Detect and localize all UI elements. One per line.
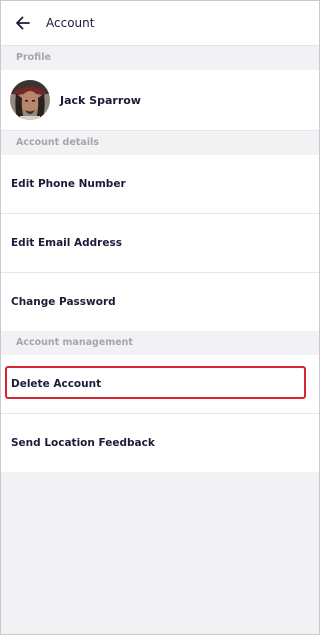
menu-item-label: Edit Email Address <box>11 237 122 249</box>
section-label-account-details: Account details <box>1 131 319 155</box>
edit-email-address-item[interactable]: Edit Email Address <box>1 214 319 273</box>
back-button[interactable] <box>1 1 45 45</box>
delete-account-item[interactable]: Delete Account <box>1 355 319 414</box>
edit-phone-number-item[interactable]: Edit Phone Number <box>1 155 319 214</box>
profile-name: Jack Sparrow <box>60 93 141 107</box>
avatar <box>10 80 50 120</box>
header-bar: Account <box>1 1 319 46</box>
account-screen: Account Profile Jack Sparrow Account det… <box>0 0 320 635</box>
menu-item-label: Send Location Feedback <box>11 437 155 449</box>
send-location-feedback-item[interactable]: Send Location Feedback <box>1 414 319 472</box>
change-password-item[interactable]: Change Password <box>1 273 319 331</box>
arrow-left-icon <box>16 16 30 30</box>
menu-item-label: Edit Phone Number <box>11 178 126 190</box>
section-label-account-management: Account management <box>1 331 319 355</box>
profile-row[interactable]: Jack Sparrow <box>1 70 319 131</box>
section-label-profile: Profile <box>1 46 319 70</box>
page-title: Account <box>46 16 95 30</box>
menu-item-label: Change Password <box>11 296 116 308</box>
menu-item-label: Delete Account <box>11 378 102 390</box>
